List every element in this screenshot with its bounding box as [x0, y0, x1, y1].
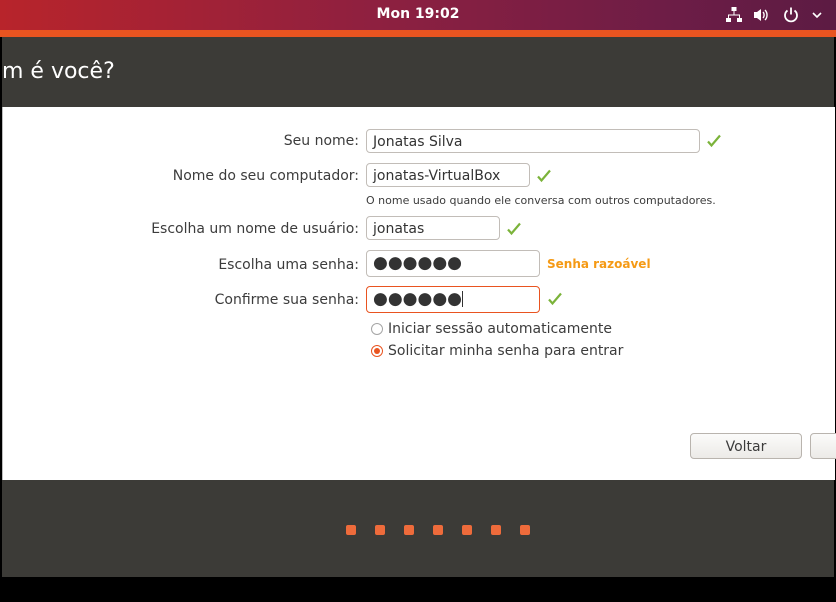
name-valid-check-icon — [706, 133, 722, 149]
page-header: m é você? — [2, 37, 834, 107]
user-form: Seu nome: Jonatas Silva Nome do seu comp… — [2, 107, 836, 480]
username-field[interactable]: jonatas — [366, 216, 500, 240]
progress-footer — [2, 480, 834, 577]
computer-name-hint: O nome usado quando ele conversa com out… — [366, 194, 716, 207]
name-label: Seu nome: — [283, 133, 359, 149]
window-top-border — [0, 30, 836, 37]
progress-dot — [375, 525, 385, 535]
progress-dot — [433, 525, 443, 535]
progress-dot — [346, 525, 356, 535]
login-auto-radio[interactable] — [371, 323, 383, 335]
power-icon[interactable] — [782, 6, 800, 24]
computer-valid-check-icon — [536, 168, 552, 184]
page-title: m é você? — [2, 59, 115, 84]
confirm-valid-check-icon — [547, 291, 563, 307]
username-valid-check-icon — [506, 221, 522, 237]
computer-name-field[interactable]: jonatas-VirtualBox — [366, 163, 530, 187]
installer-window: m é você? Seu nome: Jonatas Silva Nome d… — [2, 37, 836, 577]
password-field[interactable]: ●●●●●● — [366, 250, 540, 277]
progress-dot — [491, 525, 501, 535]
confirm-password-mask: ●●●●●● — [373, 289, 463, 309]
clock[interactable]: Mon 19:02 — [0, 6, 836, 22]
progress-dot — [520, 525, 530, 535]
username-label: Escolha um nome de usuário: — [151, 221, 359, 237]
continue-button[interactable] — [810, 433, 836, 459]
top-panel: Mon 19:02 — [0, 0, 836, 30]
password-strength: Senha razoável — [547, 257, 651, 271]
confirm-password-label: Confirme sua senha: — [214, 292, 359, 308]
login-password-label[interactable]: Solicitar minha senha para entrar — [388, 343, 623, 359]
progress-dot — [462, 525, 472, 535]
chevron-down-icon[interactable] — [808, 6, 826, 24]
volume-icon[interactable] — [752, 6, 770, 24]
computer-name-label: Nome do seu computador: — [172, 168, 359, 184]
desktop-bottom — [0, 577, 836, 602]
text-caret — [462, 291, 464, 307]
login-auto-label[interactable]: Iniciar sessão automaticamente — [388, 321, 612, 337]
progress-dot — [404, 525, 414, 535]
password-mask: ●●●●●● — [373, 253, 463, 273]
password-label: Escolha uma senha: — [218, 257, 359, 273]
back-button[interactable]: Voltar — [690, 433, 802, 459]
login-password-radio[interactable] — [371, 345, 383, 357]
network-icon[interactable] — [725, 6, 743, 24]
confirm-password-field[interactable]: ●●●●●● — [366, 286, 540, 313]
name-field[interactable]: Jonatas Silva — [366, 129, 700, 153]
